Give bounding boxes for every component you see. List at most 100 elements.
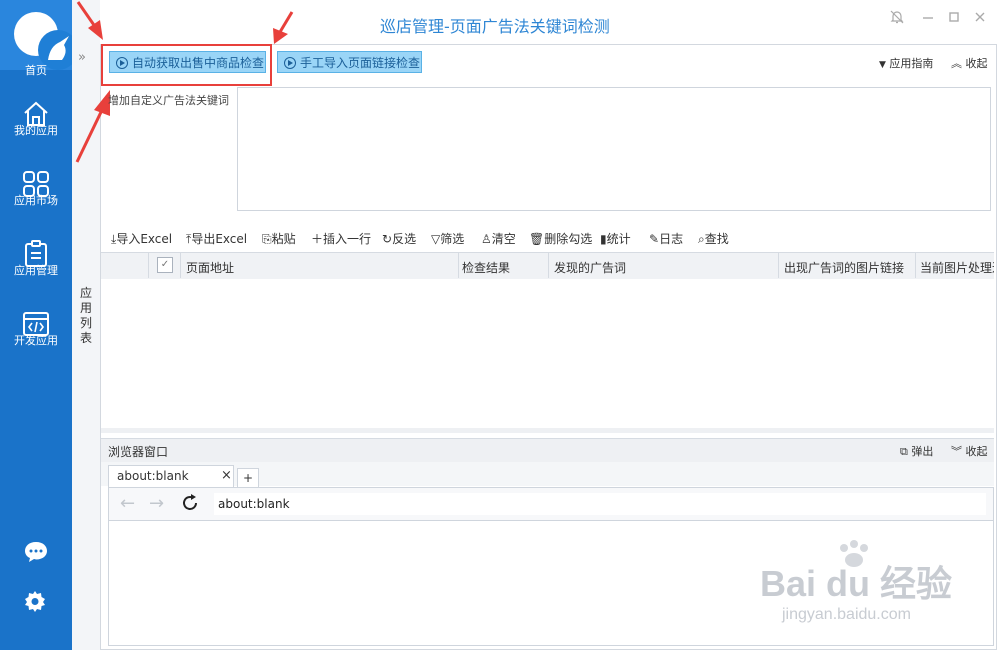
notification-off-icon[interactable] (890, 10, 904, 28)
paw-icon (836, 540, 872, 573)
window-title: 巡店管理-页面广告法关键词检测 (380, 17, 610, 36)
import-excel-button[interactable]: ⤓导入Excel (111, 230, 172, 247)
manual-check-label: 手工导入页面链接检查 (300, 56, 421, 70)
watermark-url: jingyan.baidu.com (782, 606, 911, 623)
nav-app-market[interactable]: 应用市场 (0, 154, 72, 224)
grid-separator (915, 253, 916, 278)
nav-home[interactable]: 首页 (0, 0, 78, 77)
nav-app-manage[interactable]: 应用管理 (0, 224, 72, 294)
grid-separator (180, 253, 181, 278)
unicorn-logo-icon (14, 12, 78, 70)
collapse-browser-button[interactable]: ︾ 收起 (951, 443, 988, 459)
edit-icon: ✎ (649, 232, 660, 246)
bar-chart-icon: ▮ (600, 232, 607, 246)
grid-separator (148, 253, 149, 278)
play-circle-icon (284, 57, 296, 69)
plus-icon: ＋ (311, 232, 324, 246)
browser-tab-bar (101, 462, 994, 486)
clear-button[interactable]: ♙清空 (481, 230, 516, 247)
column-page-url[interactable]: 页面地址 (186, 259, 234, 276)
browser-tab-label: about:blank (117, 469, 189, 483)
app-list-vertical-label[interactable]: 应用列表 (80, 286, 92, 346)
left-nav: 首页 我的应用 应用市场 应用管理 开发应用 (0, 0, 78, 650)
double-chevron-up-icon: ︽ (951, 57, 962, 70)
forward-arrow-icon[interactable]: → (149, 493, 164, 514)
column-check-result[interactable]: 检查结果 (462, 259, 510, 276)
minimize-icon[interactable] (922, 10, 934, 28)
stats-button[interactable]: ▮统计 (600, 230, 631, 247)
clear-label: 清空 (491, 232, 516, 246)
collapse-top-button[interactable]: ︽ 收起 (951, 55, 988, 71)
double-chevron-down-icon: ︾ (951, 445, 962, 458)
annotation-arrow-icon (76, 1, 103, 40)
nav-app-manage-label: 应用管理 (14, 264, 58, 277)
column-image-progress[interactable]: 当前图片处理进 (920, 259, 994, 276)
column-found-words[interactable]: 发现的广告词 (554, 259, 626, 276)
guide-button[interactable]: ▼ 应用指南 (879, 55, 933, 71)
broom-icon: ♙ (481, 232, 492, 246)
nav-dev-apps[interactable]: 开发应用 (0, 294, 72, 364)
highlight-box (101, 44, 272, 86)
paste-label: 粘贴 (271, 232, 296, 246)
guide-label: 应用指南 (889, 57, 934, 70)
grid-separator (548, 253, 549, 278)
export-excel-button[interactable]: ⤒导出Excel (186, 230, 247, 247)
search-icon: ⌕ (698, 232, 705, 246)
filter-label: 筛选 (440, 232, 465, 246)
annotation-arrow-icon (273, 11, 294, 44)
grid-body[interactable] (101, 279, 994, 431)
back-arrow-icon[interactable]: ← (120, 493, 135, 514)
manual-check-button[interactable]: 手工导入页面链接检查 (277, 51, 422, 73)
chat-icon[interactable] (24, 540, 48, 567)
grid-separator (778, 253, 779, 278)
reload-icon[interactable] (181, 493, 199, 516)
url-bar[interactable]: about:blank (214, 493, 986, 515)
browser-panel-header (101, 438, 994, 464)
paste-icon: ⎘ (262, 232, 272, 246)
trash-icon: 🗑 (529, 232, 545, 246)
find-label: 查找 (704, 232, 729, 246)
log-button[interactable]: ✎日志 (649, 230, 683, 247)
invert-selection-button[interactable]: ↻反选 (382, 230, 416, 247)
new-tab-button[interactable]: + (237, 468, 259, 487)
refresh-icon: ↻ (382, 232, 393, 246)
log-label: 日志 (659, 232, 684, 246)
nav-my-apps[interactable]: 我的应用 (0, 84, 72, 154)
collapse-browser-label: 收起 (965, 445, 988, 458)
insert-row-button[interactable]: ＋插入一行 (311, 230, 371, 247)
column-image-links[interactable]: 出现广告词的图片链接 (784, 259, 904, 276)
delete-checked-button[interactable]: 🗑删除勾选 (529, 230, 592, 247)
popout-label: 弹出 (911, 445, 934, 458)
filter-icon: ▽ (431, 232, 441, 246)
popout-button[interactable]: ⧉ 弹出 (900, 443, 933, 459)
nav-home-label: 首页 (25, 64, 47, 77)
import-excel-label: 导入Excel (116, 232, 173, 246)
triangle-down-icon: ▼ (879, 60, 886, 70)
horizontal-scrollbar[interactable] (101, 428, 994, 433)
settings-gear-icon[interactable] (24, 590, 46, 615)
close-icon[interactable] (974, 10, 986, 28)
browser-tab[interactable]: about:blank × (108, 465, 234, 487)
filter-button[interactable]: ▽筛选 (431, 230, 464, 247)
url-text: about:blank (218, 497, 290, 511)
title-bar: 巡店管理-页面广告法关键词检测 (100, 0, 1000, 46)
collapse-top-label: 收起 (965, 57, 988, 70)
tab-close-icon[interactable]: × (221, 468, 232, 483)
grid-separator (458, 253, 459, 278)
stats-label: 统计 (606, 232, 631, 246)
maximize-icon[interactable] (948, 10, 960, 28)
expand-chevron-icon[interactable]: » (78, 50, 86, 65)
invert-label: 反选 (392, 232, 417, 246)
keywords-label: 增加自定义广告法关键词 (108, 94, 229, 107)
delete-checked-label: 删除勾选 (544, 232, 593, 246)
insert-row-label: 插入一行 (323, 232, 372, 246)
export-excel-label: 导出Excel (191, 232, 248, 246)
nav-dev-apps-label: 开发应用 (14, 334, 58, 347)
nav-my-apps-label: 我的应用 (14, 124, 58, 137)
paste-button[interactable]: ⎘粘贴 (262, 230, 296, 247)
select-all-checkbox[interactable]: ✓ (157, 257, 173, 273)
find-button[interactable]: ⌕查找 (698, 230, 729, 247)
browser-panel-title: 浏览器窗口 (108, 445, 169, 459)
keywords-input[interactable] (237, 87, 991, 211)
popout-icon: ⧉ (900, 445, 908, 458)
